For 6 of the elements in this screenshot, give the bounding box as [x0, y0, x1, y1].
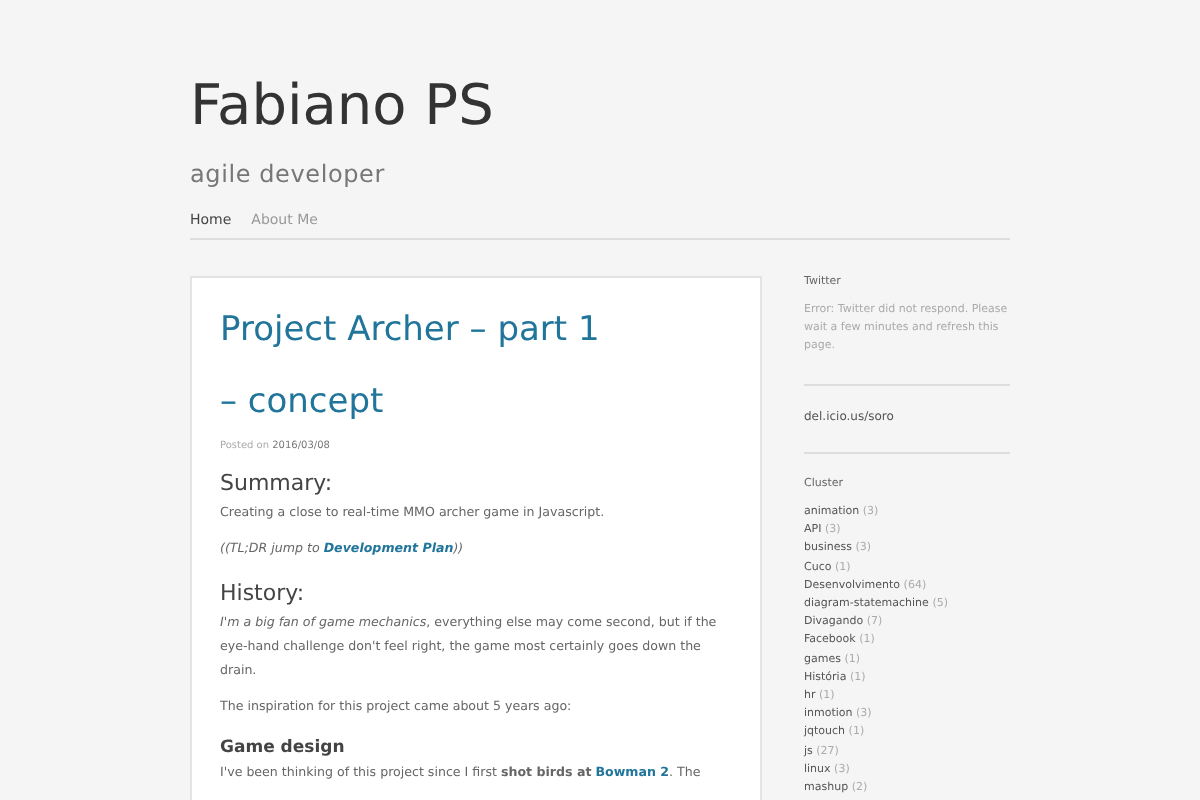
post-title[interactable]: Project Archer – part 1 – concept	[220, 294, 600, 438]
section-heading: History:	[220, 580, 307, 606]
site-tagline: agile developer	[190, 160, 387, 188]
site-title[interactable]: Fabiano PS	[190, 68, 1010, 144]
section-subheading: Game design	[220, 738, 347, 758]
section-heading: Summary:	[220, 470, 335, 496]
